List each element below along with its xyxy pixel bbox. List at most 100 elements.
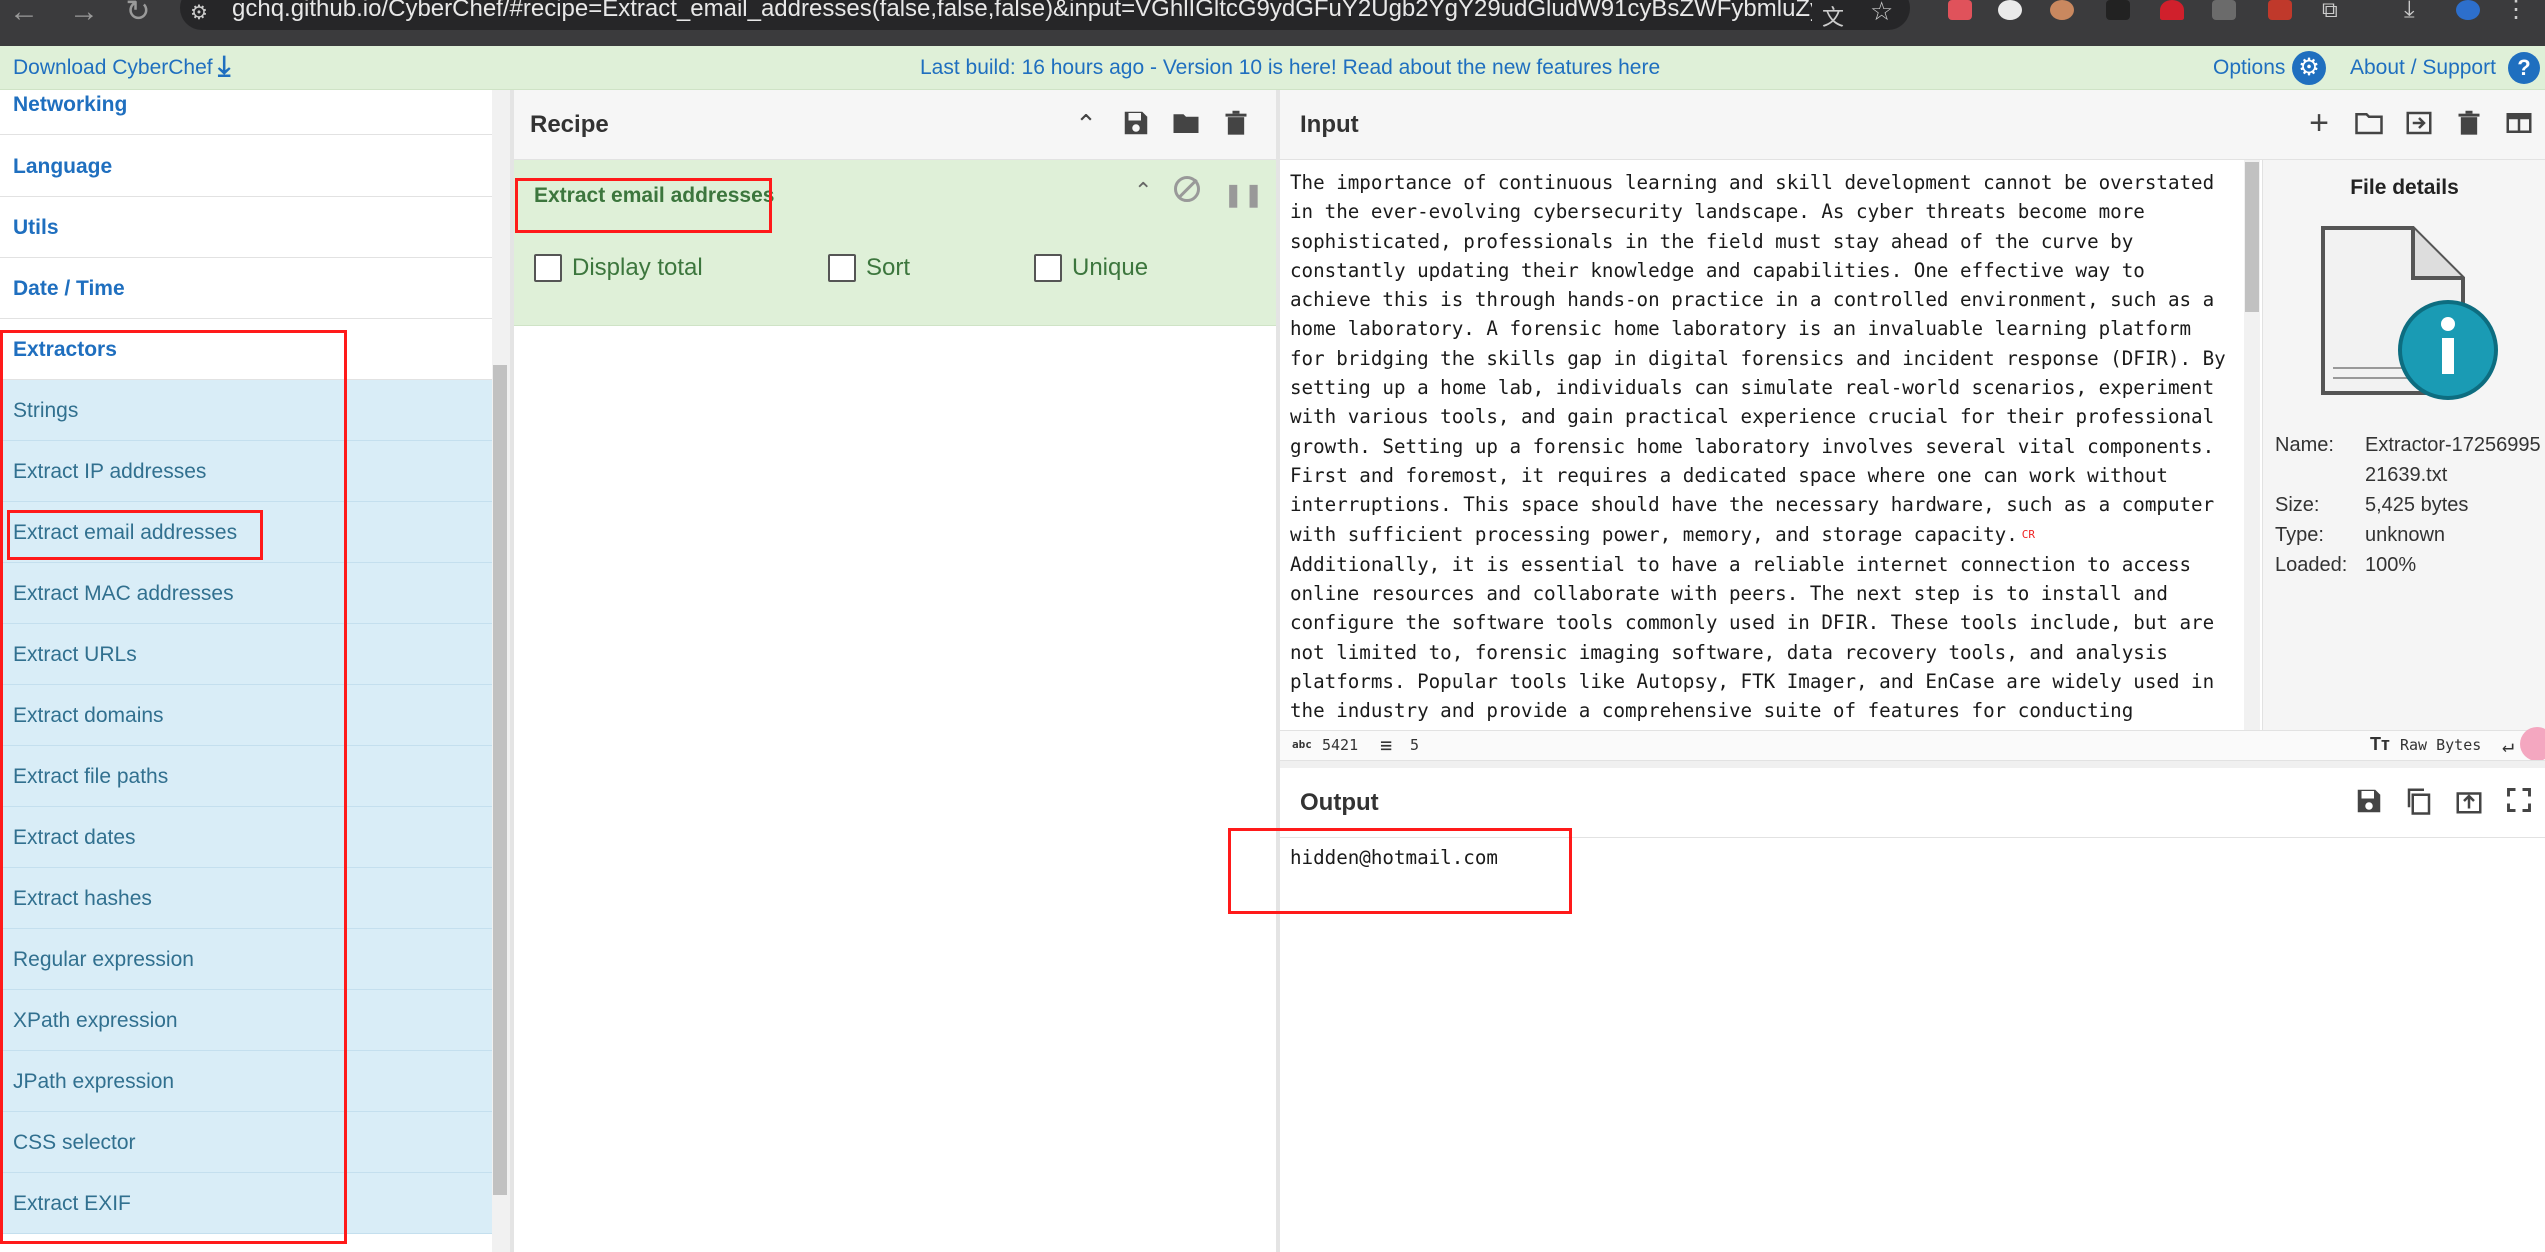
operation-item[interactable]: JPath expression (0, 1051, 492, 1112)
operations-scroll-thumb[interactable] (493, 365, 507, 1195)
recipe-panel: Recipe ⌃ Extract email addresses ⌃ ❚❚ Di… (514, 90, 1276, 1252)
reload-icon[interactable]: ↻ (118, 0, 158, 28)
recipe-operation-card[interactable]: Extract email addresses ⌃ ❚❚ Display tot… (514, 160, 1276, 326)
download-icon[interactable]: ⤓ (218, 50, 230, 83)
forward-icon[interactable]: → (64, 0, 104, 28)
operation-item[interactable]: Extract EXIF (0, 1173, 492, 1234)
input-line-cr: with sufficient processing power, memory… (1290, 520, 2240, 550)
extension-icon[interactable] (2212, 0, 2236, 20)
save-icon[interactable] (2352, 786, 2386, 820)
site-settings-icon[interactable]: ⚙ (190, 0, 208, 25)
eol-icon[interactable]: ↵ (2502, 733, 2514, 757)
profile-avatar[interactable] (2456, 0, 2480, 20)
input-line: interruptions. This space should have th… (1290, 493, 2215, 517)
input-scroll-thumb[interactable] (2245, 162, 2259, 312)
download-cyberchef-link[interactable]: Download CyberChef (13, 46, 213, 90)
output-text[interactable]: hidden@hotmail.com (1290, 846, 1498, 869)
checkbox-box[interactable] (1034, 254, 1062, 282)
trash-icon[interactable] (2452, 108, 2486, 142)
input-line: Additionally, it is essential to have a … (1290, 552, 2192, 576)
maximise-icon[interactable] (2502, 786, 2536, 820)
horizontal-resizer[interactable] (1280, 760, 2545, 768)
copy-icon[interactable] (2402, 786, 2436, 820)
extension-icon[interactable] (1998, 0, 2022, 20)
bookmark-star-icon[interactable]: ☆ (1870, 0, 1893, 27)
operation-label: CSS selector (13, 1131, 136, 1154)
open-folder-icon[interactable] (2352, 108, 2386, 142)
open-file-icon[interactable] (2402, 108, 2436, 142)
save-icon[interactable] (1119, 108, 1153, 142)
category-language[interactable]: Language (0, 136, 492, 197)
recipe-title: Recipe (530, 111, 609, 138)
category-date-time[interactable]: Date / Time (0, 258, 492, 319)
pdf-extension-icon[interactable] (2268, 0, 2292, 20)
back-icon[interactable]: ← (4, 0, 44, 28)
input-line: in the ever-evolving cybersecurity lands… (1290, 200, 2145, 224)
chevron-up-icon[interactable]: ⌃ (1069, 108, 1103, 142)
help-icon[interactable]: ? (2508, 52, 2540, 84)
breakpoint-icon[interactable]: ❚❚ (1224, 182, 1265, 208)
operation-item[interactable]: XPath expression (0, 990, 492, 1051)
extension-icon[interactable] (2106, 0, 2130, 20)
options-link[interactable]: Options (2213, 46, 2285, 90)
operation-item[interactable]: Extract domains (0, 685, 492, 746)
replace-input-icon[interactable] (2452, 786, 2486, 820)
browser-toolbar: ← → ↻ ⚙ gchq.github.io/CyberChef/#recipe… (0, 0, 2545, 46)
category-utils[interactable]: Utils (0, 197, 492, 258)
operation-item[interactable]: Extract dates (0, 807, 492, 868)
gear-icon[interactable]: ⚙ (2292, 51, 2326, 85)
input-line: sophisticated, professionals in the fiel… (1290, 229, 2134, 253)
url-text[interactable]: gchq.github.io/CyberChef/#recipe=Extract… (232, 0, 1812, 26)
file-details-title: File details (2350, 176, 2459, 199)
input-line: configure the software tools commonly us… (1290, 611, 2215, 635)
build-notice[interactable]: Last build: 16 hours ago - Version 10 is… (920, 46, 1660, 90)
chevron-up-icon[interactable]: ⌃ (1134, 178, 1152, 204)
length-icon: abc (1292, 738, 1312, 751)
category-label: Extractors (13, 338, 117, 361)
operation-label: Extract MAC addresses (13, 582, 234, 605)
input-textarea[interactable]: The importance of continuous learning an… (1290, 168, 2240, 728)
category-label: Date / Time (13, 277, 125, 300)
operation-item[interactable]: Extract email addresses (0, 502, 492, 563)
folder-icon[interactable] (1169, 108, 1203, 142)
disable-icon[interactable] (1174, 176, 1200, 202)
recipe-operation-name: Extract email addresses (534, 184, 775, 207)
output-title: Output (1300, 789, 1379, 816)
input-line: platforms. Popular tools like Autopsy, F… (1290, 669, 2215, 693)
operation-item[interactable]: Strings (0, 380, 492, 441)
operation-item[interactable]: CSS selector (0, 1112, 492, 1173)
input-panel: Input + The importance of continuous lea… (1280, 90, 2545, 761)
operation-item[interactable]: Extract URLs (0, 624, 492, 685)
add-tab-icon[interactable]: + (2302, 106, 2336, 141)
checkbox-box[interactable] (828, 254, 856, 282)
extension-icon[interactable] (1948, 0, 1972, 20)
input-encoding[interactable]: Raw Bytes (2400, 736, 2481, 754)
checkbox-box[interactable] (534, 254, 562, 282)
file-name-label: Name: (2275, 434, 2334, 456)
download-icon[interactable]: ⤓ (2404, 0, 2428, 22)
floating-widget-icon[interactable] (2520, 727, 2545, 761)
input-line: for bridging the skills gap in digital f… (1290, 346, 2226, 370)
category-extractors[interactable]: Extractors (0, 319, 492, 380)
input-line: setting up a home lab, individuals can s… (1290, 376, 2215, 400)
input-line: home laboratory. A forensic home laborat… (1290, 317, 2192, 341)
file-size-label: Size: (2275, 494, 2320, 516)
operation-label: XPath expression (13, 1009, 178, 1032)
input-status-bar: abc 5421 ≡ 5 Tт Raw Bytes ↵ (1280, 727, 2545, 761)
extensions-puzzle-icon[interactable]: ⧉ (2322, 0, 2346, 21)
extension-icon[interactable] (2160, 0, 2184, 20)
browser-menu-icon[interactable]: ⋮ (2504, 0, 2528, 22)
operation-item[interactable]: Extract IP addresses (0, 441, 492, 502)
layout-icon[interactable] (2502, 108, 2536, 142)
category-networking[interactable]: Networking (0, 90, 492, 135)
trash-icon[interactable] (1219, 108, 1253, 142)
translate-icon[interactable]: 文 (1822, 0, 1844, 32)
operation-item[interactable]: Extract file paths (0, 746, 492, 807)
operation-item[interactable]: Extract hashes (0, 868, 492, 929)
operation-item[interactable]: Regular expression (0, 929, 492, 990)
input-line: not limited to, forensic imaging softwar… (1290, 640, 2168, 664)
about-support-link[interactable]: About / Support (2350, 46, 2496, 90)
extension-icon[interactable] (2050, 0, 2074, 20)
text-size-icon[interactable]: Tт (2370, 734, 2390, 755)
operation-item[interactable]: Extract MAC addresses (0, 563, 492, 624)
